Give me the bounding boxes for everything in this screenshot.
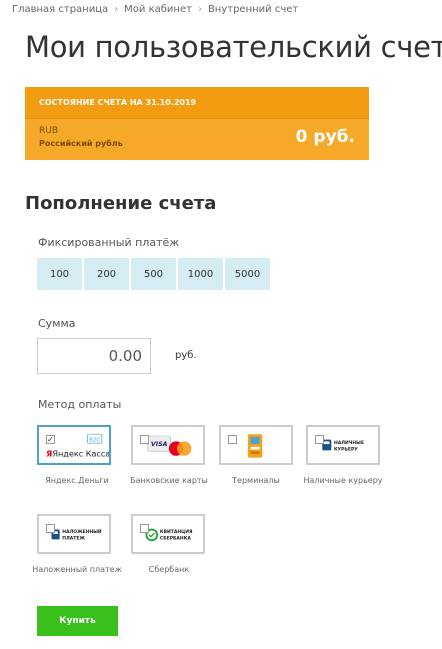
method-checkbox[interactable] [140, 435, 149, 444]
fixed-payment-label: Фиксированный платёж [38, 236, 180, 249]
method-checkbox[interactable] [228, 435, 237, 444]
svg-text:Я: Я [46, 449, 52, 459]
svg-text:СБЕРБАНКА: СБЕРБАНКА [160, 535, 191, 541]
breadcrumb-separator-icon: › [114, 4, 119, 15]
svg-text:VISA: VISA [151, 441, 168, 448]
svg-text:НАЛИЧНЫЕ: НАЛИЧНЫЕ [334, 440, 364, 446]
account-balance: 0 руб. [295, 127, 355, 147]
svg-text:Яндекс Касса: Яндекс Касса [52, 449, 109, 459]
svg-text:ПЛАТЕЖ: ПЛАТЕЖ [62, 535, 85, 541]
method-caption-cod: Наложенный платеж [32, 565, 122, 574]
method-caption-terminals: Терминалы [232, 476, 280, 485]
payment-method-label: Метод оплаты [38, 398, 122, 411]
account-state-header: Состояние счета на 31.10.2019 [25, 87, 369, 119]
cash-courier-logo-icon: НАЛИЧНЫЕ КУРЬЕРУ [322, 439, 364, 452]
method-checkbox[interactable]: ✓ [46, 435, 55, 444]
method-checkbox[interactable] [140, 524, 149, 533]
amount-button-5000[interactable]: 5000 [225, 258, 270, 290]
method-cash-on-delivery[interactable]: НАЛОЖЕННЫЙ ПЛАТЕЖ [37, 514, 111, 554]
method-checkbox[interactable] [315, 435, 324, 444]
sum-label: Сумма [38, 317, 76, 330]
amount-button-1000[interactable]: 1000 [178, 258, 223, 290]
amount-button-500[interactable]: 500 [131, 258, 176, 290]
svg-text:НАЛОЖЕННЫЙ: НАЛОЖЕННЫЙ [62, 527, 102, 535]
method-cash-courier[interactable]: НАЛИЧНЫЕ КУРЬЕРУ [306, 425, 380, 465]
currency-code: RUB [39, 126, 59, 136]
method-caption-cards: Банковские карты [130, 476, 208, 485]
svg-text:КУРЬЕРУ: КУРЬЕРУ [334, 446, 358, 452]
method-terminals[interactable] [219, 425, 293, 465]
yandex-kassa-logo-icon: B2C Я Яндекс Касса [46, 433, 109, 459]
buy-button[interactable]: Купить [37, 606, 118, 636]
method-caption-courier: Наличные курьеру [303, 476, 383, 485]
breadcrumb-home-link[interactable]: Главная страница [12, 4, 108, 15]
bank-cards-logo-icon: VISA [147, 435, 192, 456]
method-bank-cards[interactable]: VISA [131, 425, 205, 465]
sberbank-logo-icon: КВИТАНЦИЯ СБЕРБАНКА [145, 528, 193, 541]
method-caption-yandex: Яндекс.Деньги [45, 476, 109, 485]
amount-button-100[interactable]: 100 [37, 258, 82, 290]
cash-on-delivery-logo-icon: НАЛОЖЕННЫЙ ПЛАТЕЖ [51, 527, 102, 541]
breadcrumb-separator-icon: › [197, 4, 202, 15]
fixed-amounts: 100 200 500 1000 5000 [37, 258, 270, 290]
sum-unit: руб. [175, 350, 197, 361]
breadcrumb-current: Внутренний счет [207, 4, 299, 15]
breadcrumb-cabinet-link[interactable]: Мой кабинет [124, 4, 192, 15]
method-sberbank[interactable]: КВИТАНЦИЯ СБЕРБАНКА [131, 514, 205, 554]
method-yandex-kassa[interactable]: B2C Я Яндекс Касса ✓ [37, 425, 111, 465]
account-state-body: RUB Российский рубль 0 руб. [25, 119, 369, 160]
sum-input[interactable] [37, 338, 151, 374]
svg-text:КВИТАНЦИЯ: КВИТАНЦИЯ [160, 529, 193, 535]
breadcrumb: Главная страница › Мой кабинет › Внутренний … [12, 4, 298, 15]
account-state-card: Состояние счета на 31.10.2019 RUB Россий… [25, 87, 369, 160]
svg-text:B2C: B2C [89, 437, 100, 443]
method-caption-sberbank: Сбербанк [148, 565, 190, 574]
method-checkbox[interactable] [46, 524, 55, 533]
amount-button-200[interactable]: 200 [84, 258, 129, 290]
topup-title: Пополнение счета [25, 193, 217, 214]
terminal-icon [247, 434, 263, 458]
page-title: Мои пользовательский счет [25, 30, 442, 64]
currency-name: Российский рубль [39, 139, 123, 148]
